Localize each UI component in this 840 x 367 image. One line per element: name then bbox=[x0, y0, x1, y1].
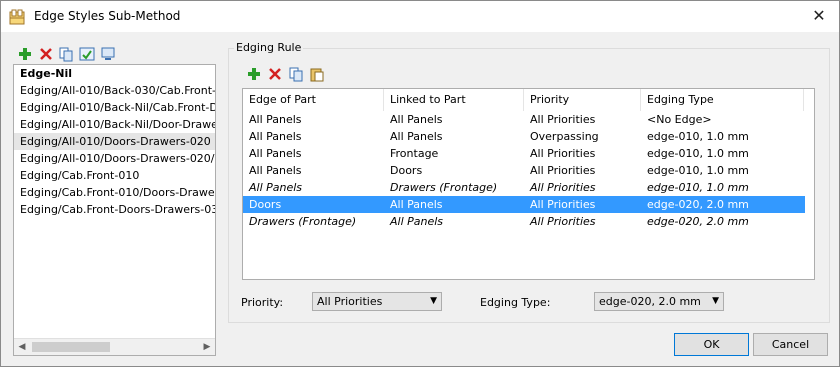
column-header[interactable]: Linked to Part bbox=[384, 89, 524, 111]
window-title: Edge Styles Sub-Method bbox=[34, 9, 181, 23]
edge-styles-app-icon bbox=[9, 9, 25, 25]
cell-edging-type: edge-020, 2.0 mm bbox=[647, 198, 749, 211]
edging-type-value: edge-020, 2.0 mm bbox=[599, 295, 701, 308]
cell-edge-of-part: All Panels bbox=[249, 164, 302, 177]
cell-linked-to-part: All Panels bbox=[390, 215, 444, 228]
table-row[interactable]: All Panels Doors All Priorities edge-010… bbox=[243, 162, 805, 179]
cell-edging-type: edge-010, 1.0 mm bbox=[647, 130, 749, 143]
priority-label: Priority: bbox=[241, 296, 284, 309]
list-item[interactable]: Edging/Cab.Front-Doors-Drawers-030 bbox=[14, 201, 215, 218]
add-rule-icon[interactable] bbox=[246, 66, 262, 82]
cell-priority: Overpassing bbox=[530, 130, 599, 143]
cell-linked-to-part: Drawers (Frontage) bbox=[390, 181, 498, 194]
table-header: Edge of Part Linked to Part Priority Edg… bbox=[243, 89, 814, 111]
cell-linked-to-part: All Panels bbox=[390, 198, 443, 211]
edging-rule-table[interactable]: Edge of Part Linked to Part Priority Edg… bbox=[242, 88, 815, 280]
scroll-right-icon[interactable]: ▶ bbox=[199, 339, 215, 355]
method-list[interactable]: Edge-Nil Edging/All-010/Back-030/Cab.Fro… bbox=[13, 64, 216, 356]
column-header[interactable]: Edging Type bbox=[641, 89, 804, 111]
scroll-thumb[interactable] bbox=[32, 342, 110, 352]
horizontal-scrollbar[interactable]: ◀ ▶ bbox=[14, 338, 215, 355]
close-icon[interactable]: ✕ bbox=[809, 6, 829, 26]
cell-priority: All Priorities bbox=[530, 181, 596, 194]
cell-edging-type: edge-010, 1.0 mm bbox=[647, 147, 749, 160]
cell-edging-type: <No Edge> bbox=[647, 113, 712, 126]
cell-priority: All Priorities bbox=[530, 198, 596, 211]
edging-rule-label: Edging Rule bbox=[234, 41, 304, 54]
cell-priority: All Priorities bbox=[530, 164, 596, 177]
cancel-button[interactable]: Cancel bbox=[753, 333, 828, 356]
cell-edge-of-part: Doors bbox=[249, 198, 282, 211]
list-item[interactable]: Edging/All-010/Doors-Drawers-020/Unse bbox=[14, 150, 215, 167]
table-row[interactable]: All Panels Drawers (Frontage) All Priori… bbox=[243, 179, 805, 196]
dialog-window: Edge Styles Sub-Method ✕ Edge-Nil Edging… bbox=[0, 0, 840, 367]
cell-edge-of-part: All Panels bbox=[249, 130, 302, 143]
cell-edging-type: edge-010, 1.0 mm bbox=[647, 181, 749, 194]
copy-icon[interactable] bbox=[58, 46, 74, 62]
cell-linked-to-part: All Panels bbox=[390, 113, 443, 126]
column-header[interactable]: Edge of Part bbox=[243, 89, 384, 111]
table-row[interactable]: All Panels All Panels Overpassing edge-0… bbox=[243, 128, 805, 145]
column-header[interactable]: Priority bbox=[524, 89, 641, 111]
list-item[interactable]: Edge-Nil bbox=[14, 65, 215, 82]
edging-type-label: Edging Type: bbox=[480, 296, 551, 309]
list-item[interactable]: Edging/All-010/Back-Nil/Door-Drawers-02 bbox=[14, 116, 215, 133]
chevron-down-icon: ▼ bbox=[712, 296, 719, 306]
list-item[interactable]: Edging/All-010/Back-030/Cab.Front-Doo bbox=[14, 82, 215, 99]
title-bar: Edge Styles Sub-Method ✕ bbox=[1, 1, 839, 32]
delete-icon[interactable] bbox=[38, 46, 54, 62]
cell-edge-of-part: All Panels bbox=[249, 113, 302, 126]
priority-select[interactable]: All Priorities ▼ bbox=[312, 292, 442, 311]
cell-linked-to-part: Frontage bbox=[390, 147, 439, 160]
list-item[interactable]: Edging/All-010/Back-Nil/Cab.Front-Door- bbox=[14, 99, 215, 116]
list-item[interactable]: Edging/Cab.Front-010/Doors-Drawers-0 bbox=[14, 184, 215, 201]
cell-edge-of-part: Drawers (Frontage) bbox=[249, 215, 357, 228]
list-item-selected[interactable]: Edging/All-010/Doors-Drawers-020 bbox=[14, 133, 215, 150]
chevron-down-icon: ▼ bbox=[430, 296, 437, 306]
delete-rule-icon[interactable] bbox=[267, 66, 283, 82]
table-row-selected[interactable]: Doors All Panels All Priorities edge-020… bbox=[243, 196, 805, 213]
edging-type-select[interactable]: edge-020, 2.0 mm ▼ bbox=[594, 292, 724, 311]
cell-linked-to-part: All Panels bbox=[390, 130, 443, 143]
scroll-left-icon[interactable]: ◀ bbox=[14, 339, 30, 355]
ok-button[interactable]: OK bbox=[674, 333, 749, 356]
cell-edge-of-part: All Panels bbox=[249, 181, 303, 194]
cell-edging-type: edge-020, 2.0 mm bbox=[647, 215, 749, 228]
table-row[interactable]: Drawers (Frontage) All Panels All Priori… bbox=[243, 213, 805, 230]
cell-priority: All Priorities bbox=[530, 215, 596, 228]
add-icon[interactable] bbox=[17, 46, 33, 62]
table-row[interactable]: All Panels Frontage All Priorities edge-… bbox=[243, 145, 805, 162]
list-item[interactable]: Edging/Cab.Front-010 bbox=[14, 167, 215, 184]
cell-edging-type: edge-010, 1.0 mm bbox=[647, 164, 749, 177]
cell-linked-to-part: Doors bbox=[390, 164, 423, 177]
cell-edge-of-part: All Panels bbox=[249, 147, 302, 160]
cell-priority: All Priorities bbox=[530, 113, 596, 126]
paste-rule-icon[interactable] bbox=[309, 66, 325, 82]
table-row[interactable]: All Panels All Panels All Priorities <No… bbox=[243, 111, 805, 128]
properties-icon[interactable] bbox=[79, 46, 95, 62]
copy-rule-icon[interactable] bbox=[288, 66, 304, 82]
priority-value: All Priorities bbox=[317, 295, 383, 308]
export-icon[interactable] bbox=[100, 46, 116, 62]
cell-priority: All Priorities bbox=[530, 147, 596, 160]
